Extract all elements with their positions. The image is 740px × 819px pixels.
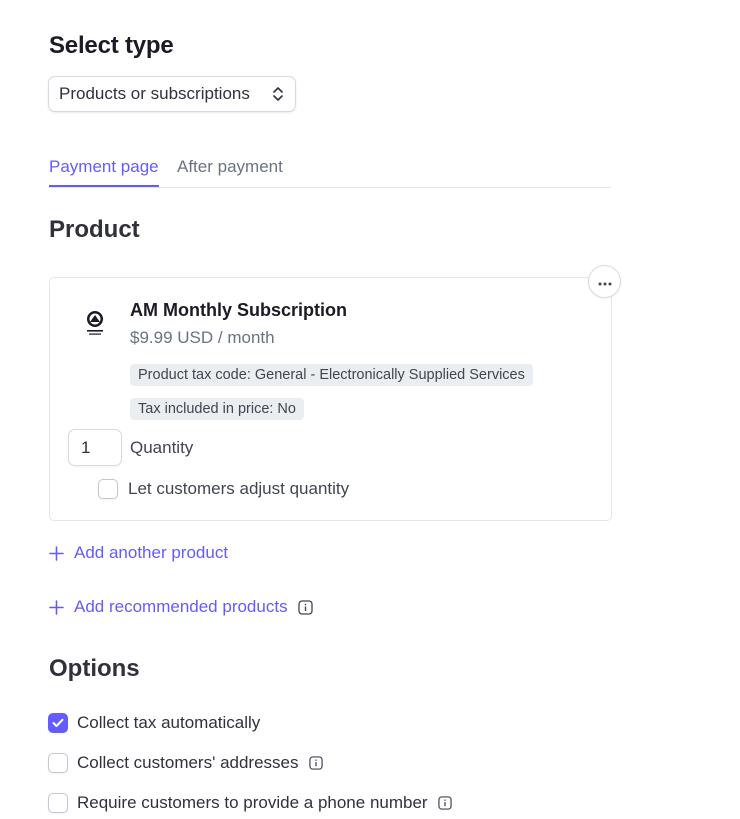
- chevron-up-down-icon: [271, 85, 285, 103]
- page-tabs: Payment page After payment: [49, 152, 611, 188]
- add-recommended-products-label: Add recommended products: [74, 597, 288, 616]
- checkmark-icon: [52, 718, 64, 727]
- adjust-quantity-label[interactable]: Let customers adjust quantity: [128, 479, 349, 499]
- product-heading: Product: [49, 216, 140, 243]
- product-logo-image: [82, 309, 108, 339]
- info-icon[interactable]: [297, 599, 313, 615]
- product-price: $9.99 USD / month: [130, 328, 275, 347]
- option-collect-addresses[interactable]: Collect customers' addresses: [48, 753, 323, 773]
- collect-tax-label: Collect tax automatically: [77, 713, 261, 732]
- more-options-button[interactable]: [588, 265, 621, 298]
- type-select[interactable]: Products or subscriptions: [48, 76, 296, 112]
- quantity-label: Quantity: [130, 438, 194, 457]
- info-icon[interactable]: [437, 796, 452, 810]
- tab-after-payment[interactable]: After payment: [177, 157, 283, 177]
- plus-icon: [49, 545, 64, 561]
- collect-tax-checkbox[interactable]: [48, 713, 68, 733]
- info-icon[interactable]: [308, 756, 323, 770]
- type-select-value: Products or subscriptions: [59, 84, 250, 103]
- require-phone-checkbox[interactable]: [48, 793, 68, 813]
- add-another-product-label: Add another product: [74, 543, 229, 562]
- product-name[interactable]: AM Monthly Subscription: [130, 300, 347, 321]
- options-heading: Options: [49, 655, 140, 682]
- tax-code-badge: Product tax code: General - Electronical…: [130, 364, 533, 386]
- select-type-heading: Select type: [49, 32, 174, 59]
- collect-addresses-checkbox[interactable]: [48, 753, 68, 773]
- quantity-input[interactable]: 1: [68, 429, 122, 466]
- add-another-product-link[interactable]: Add another product: [49, 543, 228, 563]
- tax-included-badge: Tax included in price: No: [130, 398, 304, 420]
- tab-payment-page[interactable]: Payment page: [49, 157, 159, 187]
- adjust-quantity-checkbox[interactable]: [98, 479, 118, 499]
- collect-addresses-label: Collect customers' addresses: [77, 753, 299, 772]
- add-recommended-products-link[interactable]: Add recommended products: [49, 597, 313, 617]
- require-phone-label: Require customers to provide a phone num…: [77, 793, 428, 812]
- plus-icon: [49, 599, 64, 615]
- option-require-phone[interactable]: Require customers to provide a phone num…: [48, 793, 452, 813]
- option-collect-tax[interactable]: Collect tax automatically: [48, 713, 260, 733]
- more-horizontal-icon: [598, 273, 612, 291]
